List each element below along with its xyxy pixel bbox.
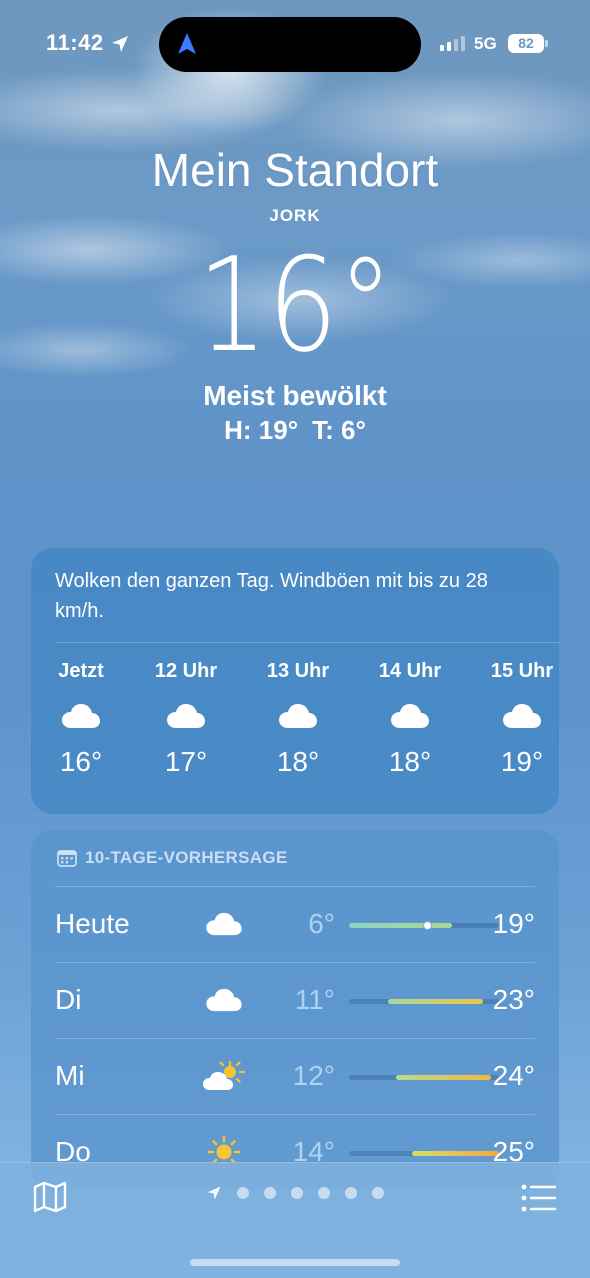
hour-label: 14 Uhr — [378, 660, 442, 682]
hour-label: 12 Uhr — [154, 660, 218, 682]
signal-strength-icon — [440, 36, 465, 51]
range-fill — [412, 1151, 499, 1156]
high-low-label: H: 19° T: 6° — [0, 415, 590, 446]
condition-label: Meist bewölkt — [203, 380, 387, 411]
hour-temp: 17° — [164, 746, 208, 777]
range-fill — [396, 1075, 492, 1080]
current-temperature: 16° — [197, 229, 393, 381]
cloud-icon — [365, 686, 455, 746]
hour-temp: 18° — [388, 746, 432, 777]
map-icon[interactable] — [32, 1179, 68, 1215]
hour-label: Jetzt — [58, 660, 104, 682]
hour-label: 15 Uhr — [490, 660, 554, 682]
daily-row[interactable]: Di 11° 23° — [55, 962, 535, 1038]
hour-label: 13 Uhr — [266, 660, 330, 682]
temperature-range-bar — [349, 1151, 499, 1156]
page-dot[interactable] — [237, 1187, 249, 1199]
cloud-icon — [201, 978, 247, 1022]
hour-item[interactable]: Jetzt 16° — [36, 660, 126, 778]
cloud-icon — [36, 686, 126, 746]
current-temp-dot — [423, 921, 433, 930]
divider — [55, 1038, 535, 1039]
hour-temp: 16° — [59, 746, 103, 777]
partly-sunny-icon — [201, 1054, 247, 1098]
location-arrow-icon — [207, 1186, 221, 1200]
high-temp: 24° — [492, 1060, 535, 1091]
hour-temp: 19° — [500, 746, 544, 777]
low-temp: T: 6° — [312, 415, 366, 445]
hour-item[interactable]: 13 Uhr 18° — [253, 660, 343, 778]
calendar-icon — [57, 850, 77, 867]
status-bar: 11:42 5G 82 — [0, 0, 590, 90]
range-fill — [349, 923, 452, 928]
battery-icon: 82 — [508, 34, 544, 53]
network-type: 5G — [474, 34, 497, 53]
cloud-icon — [477, 686, 559, 746]
battery-tip — [545, 40, 548, 47]
hour-item[interactable]: 12 Uhr 17° — [141, 660, 231, 778]
forecast-summary: Wolken den ganzen Tag. Windböen mit bis … — [55, 570, 488, 622]
divider — [55, 886, 535, 887]
daily-forecast-header: 10-TAGE-VORHERSAGE — [57, 848, 288, 868]
page-indicator[interactable] — [206, 1185, 384, 1201]
divider — [55, 1114, 535, 1115]
navigation-arrow-icon — [178, 33, 196, 54]
high-temp: H: 19° — [224, 415, 299, 445]
hourly-forecast-card[interactable]: Wolken den ganzen Tag. Windböen mit bis … — [31, 548, 559, 814]
sublocation-label: JORK — [269, 206, 321, 225]
page-dot[interactable] — [345, 1187, 357, 1199]
hour-item[interactable]: 14 Uhr 18° — [365, 660, 455, 778]
list-icon[interactable] — [520, 1181, 558, 1215]
low-temp: 12° — [292, 1060, 335, 1091]
day-label: Mi — [55, 1060, 85, 1091]
divider — [55, 962, 535, 963]
cloud-icon — [141, 686, 231, 746]
daily-forecast-title: 10-TAGE-VORHERSAGE — [85, 848, 288, 867]
bottom-toolbar — [0, 1162, 590, 1278]
low-temp: 11° — [294, 984, 335, 1015]
cloud-icon — [201, 902, 247, 946]
page-dot[interactable] — [318, 1187, 330, 1199]
hour-item[interactable]: 15 Uhr 19° — [477, 660, 559, 778]
low-temp: 6° — [308, 908, 335, 939]
temperature-range-bar — [349, 921, 499, 930]
location-arrow-icon — [112, 36, 128, 52]
home-indicator — [190, 1259, 400, 1266]
range-fill — [388, 999, 484, 1004]
hour-temp: 18° — [276, 746, 320, 777]
temperature-range-bar — [349, 1075, 499, 1080]
page-dot[interactable] — [372, 1187, 384, 1199]
daily-row[interactable]: Heute 6° 19° — [55, 886, 535, 962]
day-label: Di — [55, 984, 82, 1015]
page-dot[interactable] — [264, 1187, 276, 1199]
status-time: 11:42 — [46, 30, 104, 55]
high-temp: 23° — [492, 984, 535, 1015]
temperature-range-bar — [349, 999, 499, 1004]
dynamic-island — [159, 17, 421, 72]
daily-forecast-card[interactable]: 10-TAGE-VORHERSAGE Heute 6° 19° Di 11° 2… — [31, 830, 559, 1190]
daily-row[interactable]: Mi 12° 24° — [55, 1038, 535, 1114]
divider — [55, 642, 559, 643]
page-dot[interactable] — [291, 1187, 303, 1199]
high-temp: 19° — [492, 908, 535, 939]
location-title: Mein Standort — [151, 144, 439, 196]
day-label: Heute — [55, 908, 130, 939]
cloud-icon — [253, 686, 343, 746]
